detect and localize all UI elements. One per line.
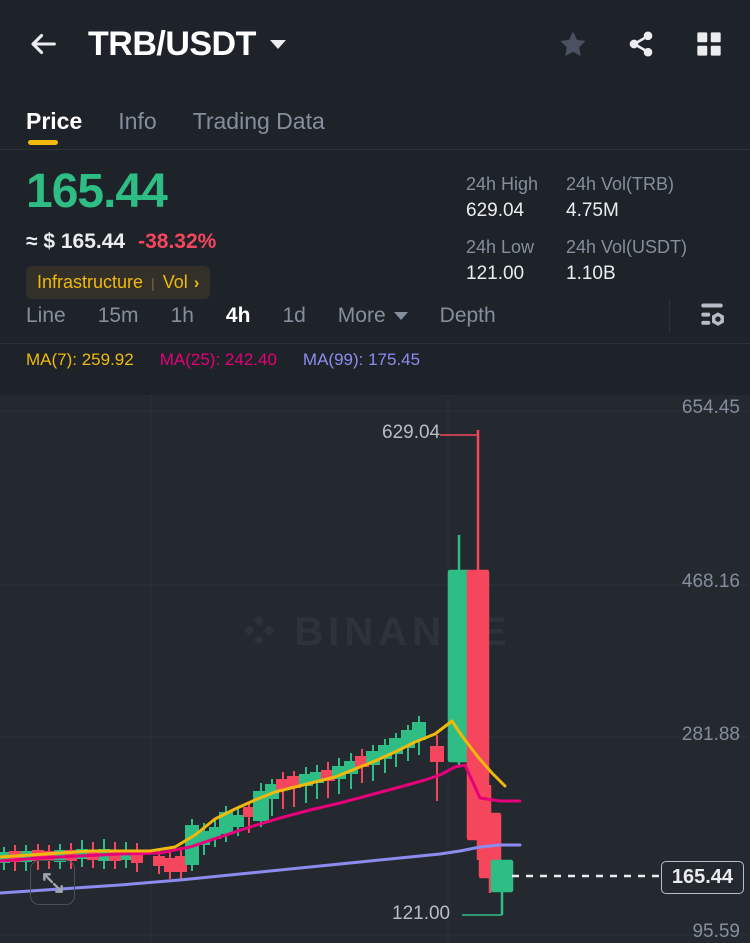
- grid-icon[interactable]: [690, 25, 728, 63]
- last-price: 165.44: [26, 168, 466, 216]
- chart-settings-icon[interactable]: [692, 296, 732, 336]
- main-tabs: Price Info Trading Data: [0, 88, 750, 150]
- current-price-badge[interactable]: 165.44: [661, 861, 744, 894]
- tab-info[interactable]: Info: [118, 108, 156, 149]
- interval-4h[interactable]: 4h: [226, 304, 251, 328]
- stat-label-24h-high: 24h High: [466, 174, 566, 200]
- toolbar-divider: [669, 299, 670, 333]
- price-left-column: 165.44 ≈ $ 165.44 -38.32% Infrastructure…: [26, 168, 466, 288]
- interval-1d[interactable]: 1d: [282, 304, 305, 328]
- candlestick-chart[interactable]: BINANCE: [0, 395, 750, 943]
- tag-secondary-label: Vol: [163, 272, 188, 293]
- back-arrow-icon[interactable]: [26, 27, 60, 61]
- interval-15m[interactable]: 15m: [98, 304, 139, 328]
- candle-spike-group: [449, 430, 512, 915]
- market-stats: 24h High 24h Vol(TRB) 629.04 4.75M 24h L…: [466, 168, 724, 288]
- price-summary: 165.44 ≈ $ 165.44 -38.32% Infrastructure…: [0, 150, 750, 288]
- low-price-callout: 121.00: [392, 903, 450, 925]
- tag-primary-label: Infrastructure: [37, 272, 143, 293]
- stat-value-24h-vol-usdt: 1.10B: [566, 263, 724, 300]
- stat-value-24h-high: 629.04: [466, 200, 566, 237]
- interval-line[interactable]: Line: [26, 304, 66, 328]
- y-axis-label-3: 95.59: [692, 921, 740, 943]
- candle-up-last: [492, 861, 512, 915]
- tab-price[interactable]: Price: [26, 108, 82, 149]
- stat-label-24h-vol-trb: 24h Vol(TRB): [566, 174, 724, 200]
- ma7-line: [0, 721, 505, 857]
- tag-separator: |: [151, 275, 155, 291]
- y-axis-label-2: 281.88: [682, 724, 740, 746]
- y-axis-label-0: 654.45: [682, 397, 740, 419]
- category-tag[interactable]: Infrastructure | Vol ›: [26, 266, 210, 299]
- y-axis-label-1: 468.16: [682, 571, 740, 593]
- ma25-legend: MA(25): 242.40: [160, 350, 277, 370]
- expand-fullscreen-icon[interactable]: [30, 860, 75, 905]
- interval-more-label: More: [338, 304, 386, 328]
- interval-depth[interactable]: Depth: [440, 304, 496, 328]
- stat-value-24h-low: 121.00: [466, 263, 566, 300]
- chevron-right-icon: ›: [194, 273, 200, 293]
- stat-label-24h-low: 24h Low: [466, 237, 566, 263]
- stat-value-24h-vol-trb: 4.75M: [566, 200, 724, 237]
- page-title[interactable]: TRB/USDT: [88, 25, 256, 64]
- ma99-legend: MA(99): 175.45: [303, 350, 420, 370]
- price-change-percent: -38.32%: [138, 230, 216, 254]
- tab-trading-data[interactable]: Trading Data: [193, 108, 325, 149]
- chart-canvas: [0, 395, 750, 943]
- fiat-price: ≈ $ 165.44: [26, 230, 125, 254]
- ma-legend: MA(7): 259.92 MA(25): 242.40 MA(99): 175…: [0, 344, 750, 376]
- interval-more[interactable]: More: [338, 304, 408, 328]
- share-icon[interactable]: [622, 25, 660, 63]
- ma7-legend: MA(7): 259.92: [26, 350, 134, 370]
- stat-label-24h-vol-usdt: 24h Vol(USDT): [566, 237, 724, 263]
- star-icon[interactable]: [554, 25, 592, 63]
- chevron-down-icon: [394, 312, 408, 320]
- price-subline: ≈ $ 165.44 -38.32%: [26, 230, 466, 254]
- high-price-callout: 629.04: [382, 422, 440, 444]
- interval-1h[interactable]: 1h: [171, 304, 194, 328]
- app-header: TRB/USDT: [0, 0, 750, 88]
- chevron-down-icon[interactable]: [270, 40, 286, 49]
